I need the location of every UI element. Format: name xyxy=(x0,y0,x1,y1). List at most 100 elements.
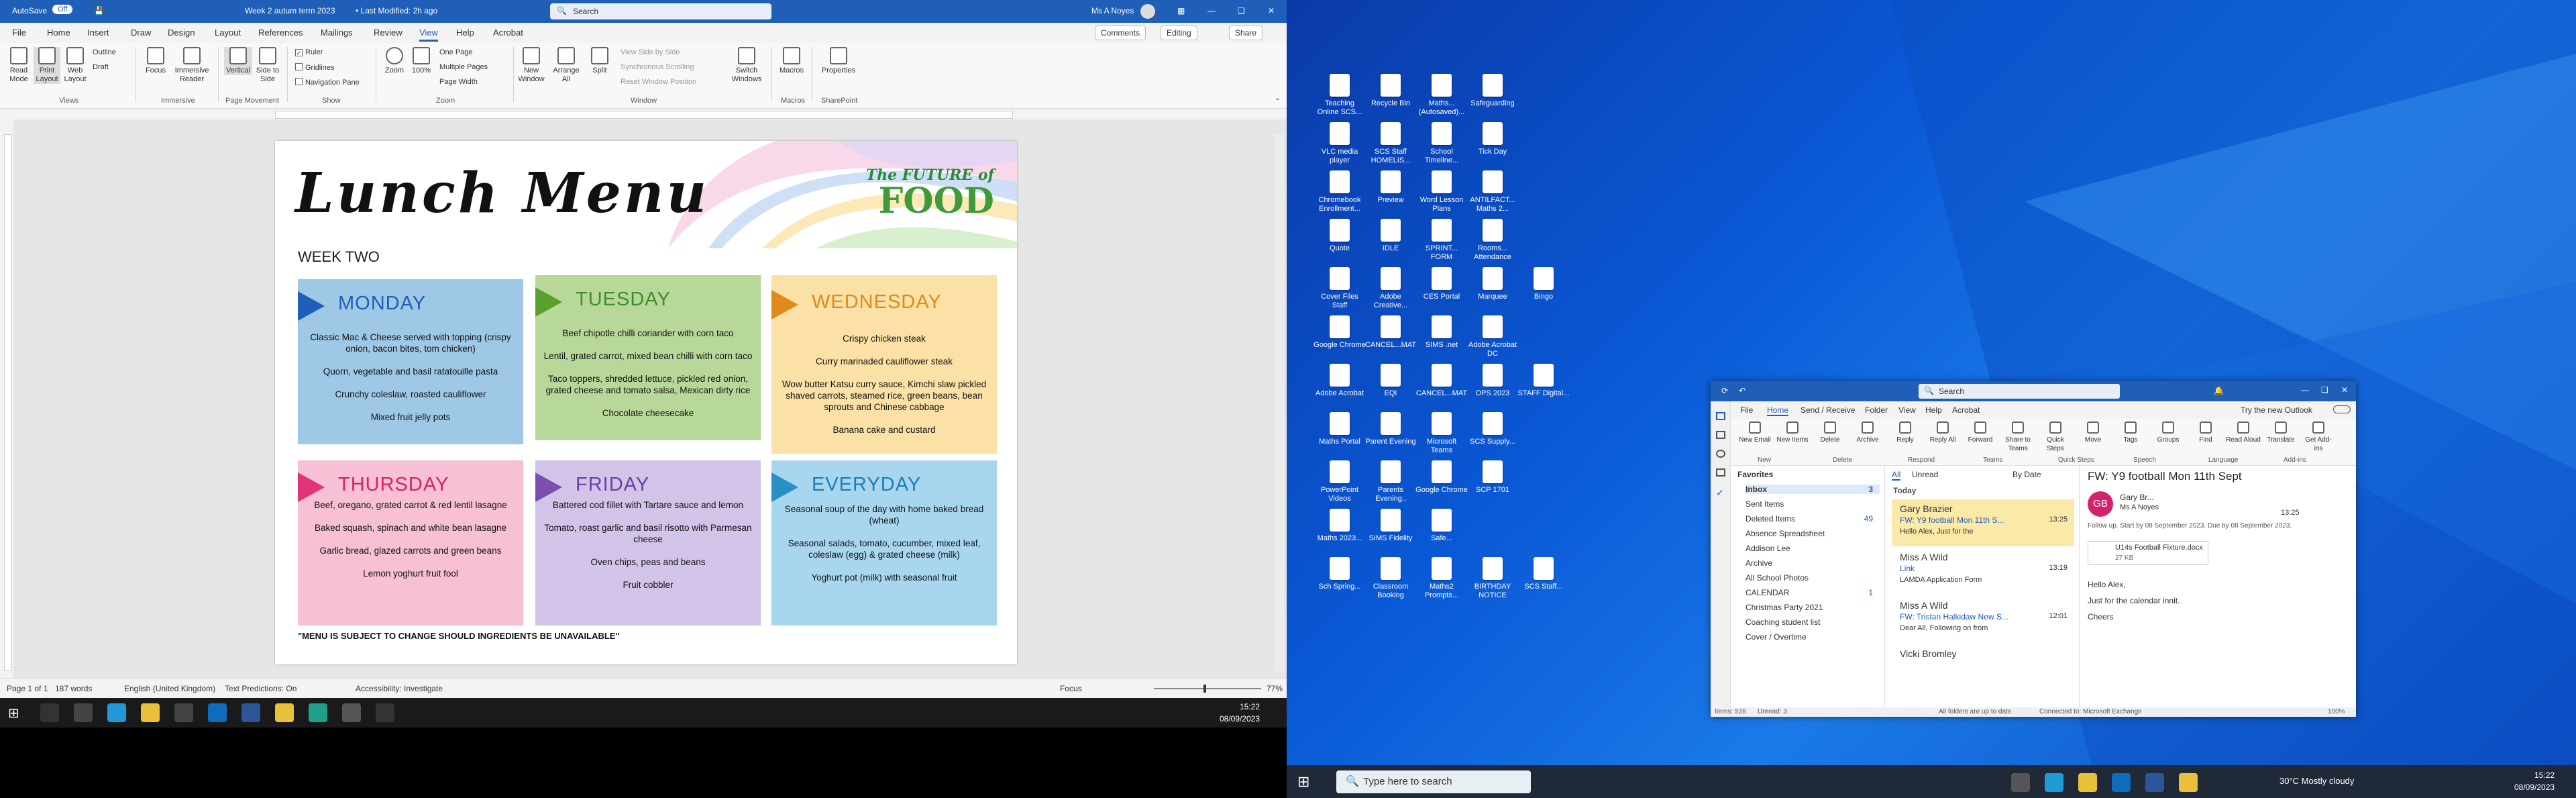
task-view-icon[interactable] xyxy=(74,703,93,722)
user-name[interactable]: Ms A Noyes xyxy=(1091,6,1134,15)
desktop-icon[interactable]: Maths Portal xyxy=(1313,412,1366,455)
mail-icon[interactable] xyxy=(1716,412,1725,420)
tab-help[interactable]: Help xyxy=(1925,405,1942,415)
filter-all[interactable]: All xyxy=(1892,470,1901,481)
desktop-icon[interactable]: Parents Evening.. xyxy=(1364,460,1417,503)
zoom-100-button[interactable]: 100% xyxy=(409,47,433,75)
tab-home[interactable]: Home xyxy=(1767,405,1789,416)
side-by-side-button[interactable]: View Side by Side xyxy=(621,48,680,56)
folder-item[interactable]: Deleted Items 49 xyxy=(1746,514,1880,523)
switch-windows-button[interactable]: Switch Windows xyxy=(728,47,765,84)
horizontal-ruler[interactable] xyxy=(275,111,1013,119)
search-box[interactable]: 🔍 Search xyxy=(550,3,771,19)
app-icon[interactable] xyxy=(309,703,327,722)
split-button[interactable]: Split xyxy=(588,47,612,75)
desktop-icon[interactable]: SCS Staff HOMELIS... xyxy=(1364,122,1417,165)
tab-folder[interactable]: Folder xyxy=(1865,405,1888,415)
tab-layout[interactable]: Layout xyxy=(215,28,241,38)
tab-file[interactable]: File xyxy=(1740,405,1753,415)
desktop-icon[interactable]: Chromebook Enrollment... xyxy=(1313,170,1366,213)
folder-item[interactable]: Inbox 3 xyxy=(1746,485,1880,494)
desktop-icon[interactable]: Parent Evening xyxy=(1364,412,1417,455)
draft-button[interactable]: Draft xyxy=(93,63,109,71)
desktop-icon[interactable]: VLC media player xyxy=(1313,122,1366,165)
desktop-icon[interactable]: Maths 2023... xyxy=(1313,509,1366,552)
macros-button[interactable]: Macros xyxy=(777,47,806,75)
ribbon-button[interactable]: Tags xyxy=(2113,421,2148,444)
desktop-icon[interactable]: SCP 1701 xyxy=(1466,460,1519,503)
tab-help[interactable]: Help xyxy=(456,28,474,38)
desktop-icon[interactable]: Safeguarding xyxy=(1466,74,1519,117)
ribbon-button[interactable]: Forward xyxy=(1963,421,1998,444)
windows-start-icon[interactable]: ⊞ xyxy=(8,705,19,721)
multiple-pages-button[interactable]: Multiple Pages xyxy=(439,63,488,71)
search-icon[interactable] xyxy=(40,703,59,722)
ribbon-button[interactable]: Reply All xyxy=(1925,421,1960,444)
language[interactable]: English (United Kingdom) xyxy=(124,684,215,693)
page-width-button[interactable]: Page Width xyxy=(439,78,478,86)
desktop-icon[interactable]: OPS 2023 xyxy=(1466,364,1519,407)
clock[interactable]: 15:22 08/09/2023 xyxy=(2514,769,2555,793)
zoom-slider[interactable] xyxy=(1154,685,1261,693)
navigation-pane-checkbox[interactable]: Navigation Pane xyxy=(295,78,360,87)
ribbon-display-icon[interactable]: ▦ xyxy=(1177,6,1185,15)
avatar[interactable] xyxy=(1140,4,1155,19)
sender-name[interactable]: Gary Br... xyxy=(2120,493,2154,502)
read-mode-button[interactable]: Read Mode xyxy=(5,47,32,84)
tab-mailings[interactable]: Mailings xyxy=(321,28,353,38)
outlook-icon[interactable] xyxy=(208,703,227,722)
ribbon-button[interactable]: Move xyxy=(2076,421,2110,444)
autosave-toggle[interactable]: Off xyxy=(52,5,73,14)
desktop-icon[interactable]: Tick Day xyxy=(1466,122,1519,165)
share-button[interactable]: Share xyxy=(1229,26,1263,40)
desktop-icon[interactable]: Word Lesson Plans xyxy=(1415,170,1468,213)
close-icon[interactable]: ✕ xyxy=(1268,6,1275,15)
ribbon-button[interactable]: Read Aloud xyxy=(2226,421,2261,444)
desktop-icon[interactable]: ANTILFACT... Maths 2... xyxy=(1466,170,1519,213)
desktop-icon[interactable]: Rooms... Attendance xyxy=(1466,219,1519,262)
ribbon-button[interactable]: Reply xyxy=(1888,421,1923,444)
desktop-icon[interactable]: Quote xyxy=(1313,219,1366,262)
word-icon[interactable] xyxy=(241,703,260,722)
desktop-icon[interactable]: SPRINT... FORM xyxy=(1415,219,1468,262)
tab-view[interactable]: View xyxy=(1898,405,1916,415)
edge-icon[interactable] xyxy=(107,703,126,722)
comments-button[interactable]: Comments xyxy=(1095,26,1146,40)
document-page[interactable]: Lunch Menu The FUTURE of FOOD WEEK TWO M… xyxy=(275,141,1017,664)
folder-item[interactable]: Cover / Overtime xyxy=(1746,632,1880,642)
tab-view[interactable]: View xyxy=(419,28,438,42)
desktop-icon[interactable]: Google Chrome xyxy=(1415,460,1468,503)
desktop-icon[interactable]: BIRTHDAY NOTICE xyxy=(1466,557,1519,600)
tab-acrobat[interactable]: Acrobat xyxy=(493,28,523,38)
desktop-icon[interactable]: Maths2 Prompts... xyxy=(1415,557,1468,600)
outlook-search-box[interactable]: 🔍 Search xyxy=(1919,384,2120,399)
tab-review[interactable]: Review xyxy=(374,28,402,38)
message-item[interactable]: Miss A Wild Link LAMDA Application Form 13:… xyxy=(1892,548,2074,595)
ribbon-button[interactable]: Archive xyxy=(1850,421,1885,444)
desktop-icon[interactable]: CANCEL...MAT xyxy=(1415,364,1468,407)
message-item[interactable]: Vicki Bromley xyxy=(1892,644,2074,691)
zoom-slider-thumb[interactable] xyxy=(1203,685,1206,693)
desktop-icon[interactable]: School Timeline... xyxy=(1415,122,1468,165)
recipient[interactable]: Ms A Noyes xyxy=(2120,503,2159,511)
zoom-level[interactable]: 77% xyxy=(1267,684,1283,693)
outline-button[interactable]: Outline xyxy=(93,48,116,56)
focus-button[interactable]: Focus xyxy=(142,47,169,75)
desktop-icon[interactable]: Adobe Acrobat xyxy=(1313,364,1366,407)
message-item[interactable]: Gary Brazier FW: Y9 football Mon 11th S..… xyxy=(1892,499,2074,546)
side-to-side-button[interactable]: Side to Side xyxy=(254,47,282,84)
close-icon[interactable]: ✕ xyxy=(2341,385,2348,395)
new-window-button[interactable]: New Window xyxy=(518,47,545,84)
folder-item[interactable]: All School Photos xyxy=(1746,573,1880,583)
vertical-scrollbar[interactable] xyxy=(1275,134,1284,671)
taskbar-search[interactable]: Type here to search xyxy=(1336,770,1531,793)
reset-window-button[interactable]: Reset Window Position xyxy=(621,78,696,86)
ruler-checkbox[interactable]: ✓ Ruler xyxy=(295,48,323,56)
folder-icon[interactable] xyxy=(275,703,294,722)
ribbon-button[interactable]: New Items xyxy=(1775,421,1810,444)
ribbon-button[interactable]: Delete xyxy=(1813,421,1847,444)
desktop-icon[interactable]: Classroom Booking xyxy=(1364,557,1417,600)
zoom-level[interactable]: 100% xyxy=(2328,708,2345,715)
try-new-outlook[interactable]: Try the new Outlook xyxy=(2241,405,2312,415)
sort-by-date[interactable]: By Date xyxy=(2012,470,2041,479)
